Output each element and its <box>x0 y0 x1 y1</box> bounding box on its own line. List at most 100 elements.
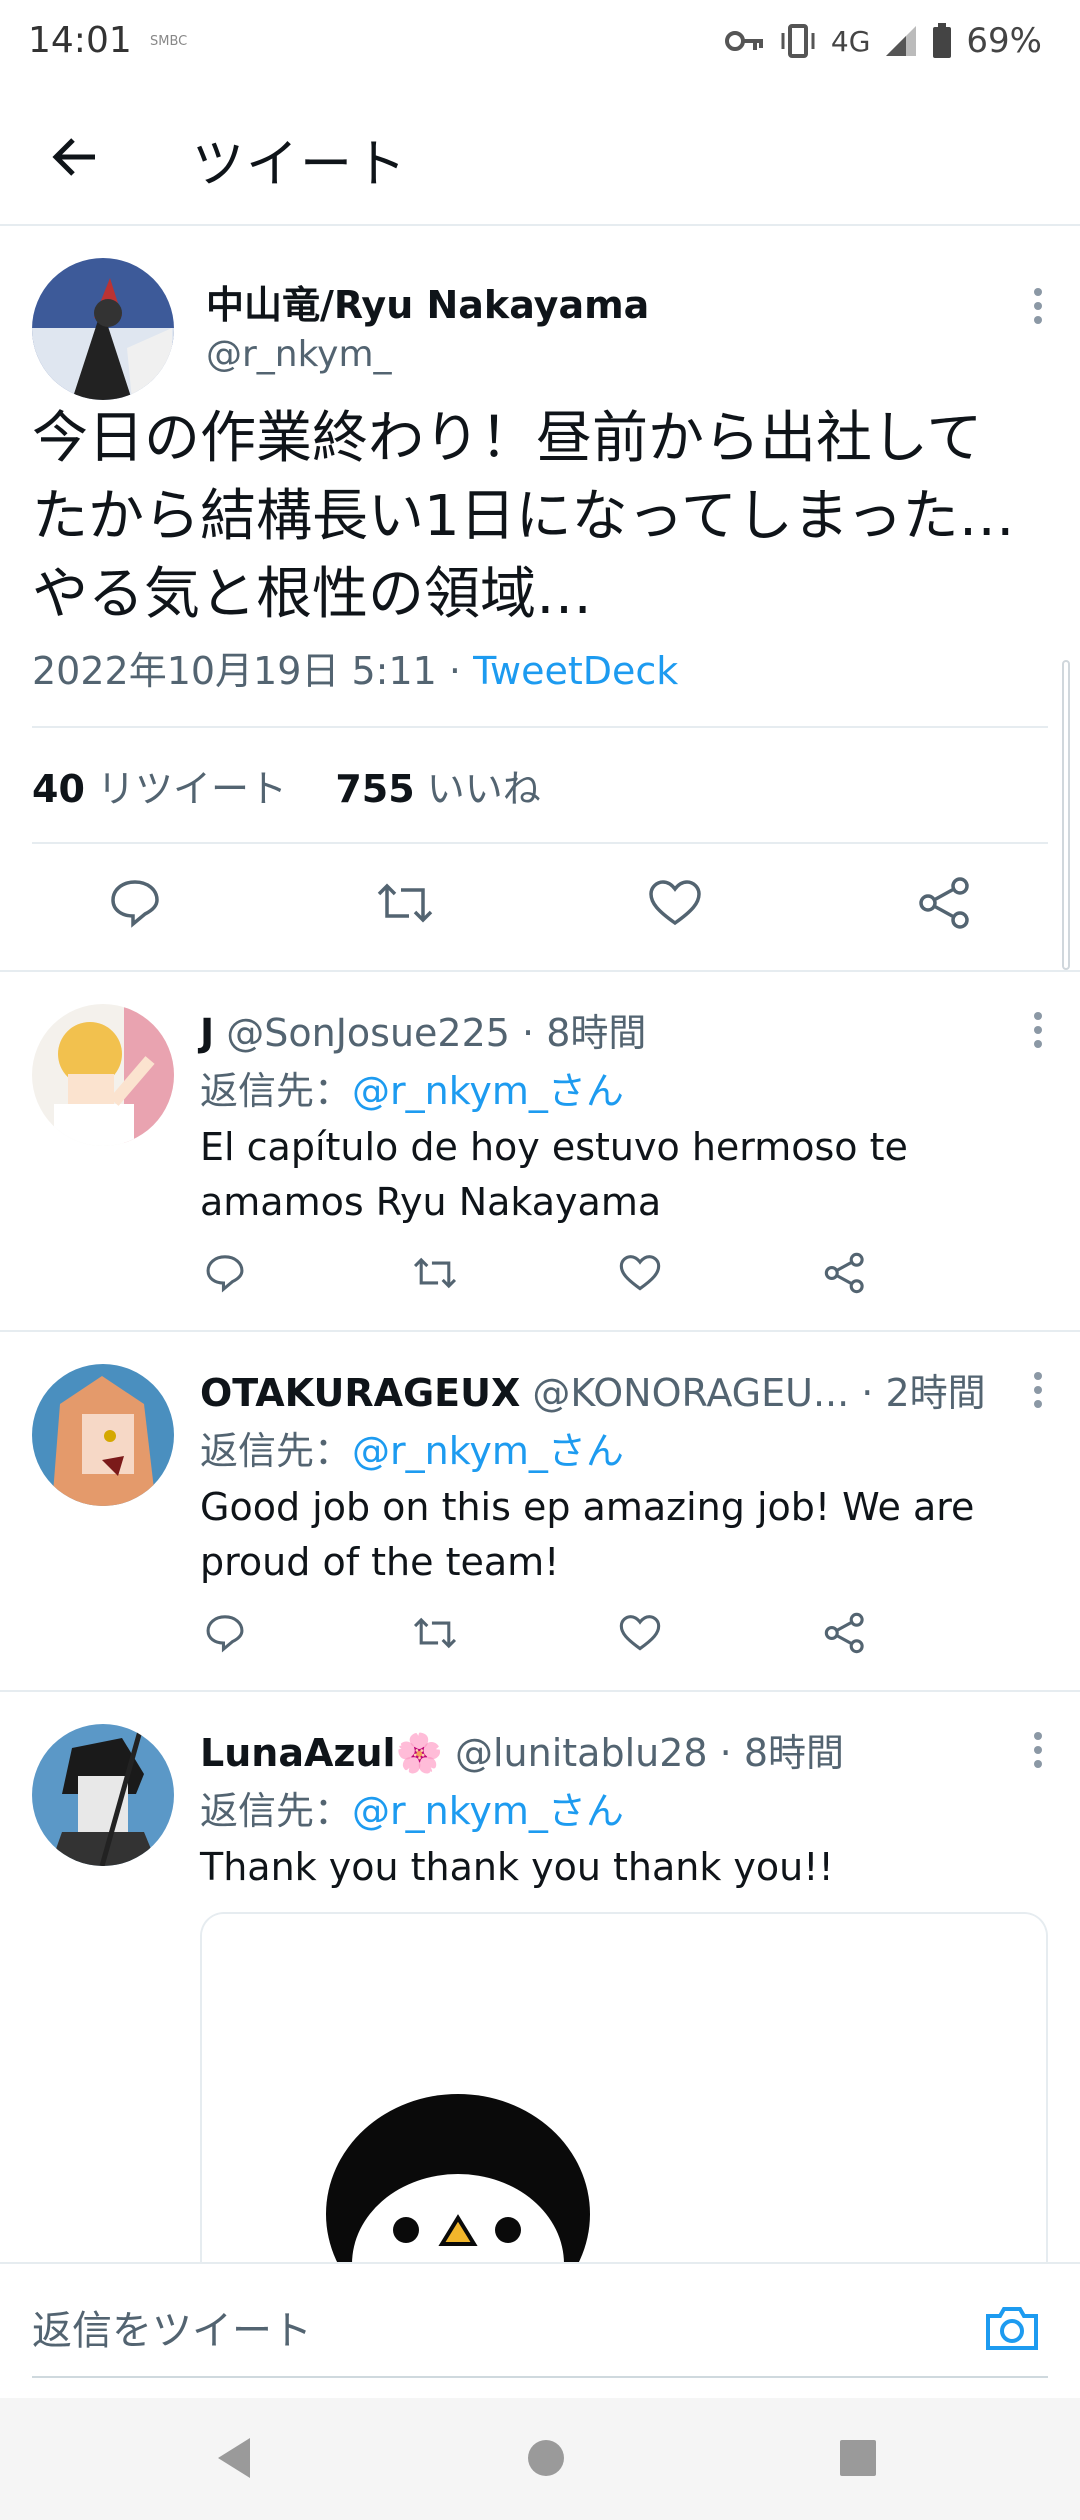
reply-media[interactable] <box>200 1912 1048 2272</box>
avatar-image <box>32 1724 174 1866</box>
share-button[interactable] <box>820 1608 870 1658</box>
more-options-button[interactable] <box>1018 276 1058 336</box>
avatar-image <box>32 1364 174 1506</box>
more-dot <box>1034 1026 1042 1034</box>
reply-actions <box>200 1608 960 1668</box>
more-options-button[interactable] <box>1018 1720 1058 1780</box>
nav-home-button[interactable] <box>516 2428 576 2488</box>
share-button[interactable] <box>820 1248 870 1298</box>
page-title: ツイート <box>192 135 409 195</box>
reply-avatar[interactable] <box>32 1004 174 1146</box>
reply-to-label: 返信先： <box>200 1789 353 1833</box>
reply-to-line: 返信先：@r_nkym_さん <box>200 1420 624 1475</box>
triangle-back-icon <box>218 2438 250 2478</box>
reply-to-link[interactable]: @r_nkym_さん <box>352 1789 624 1833</box>
scrollbar[interactable] <box>1062 660 1070 970</box>
status-bar: 14:01 SMBC 4G 69% <box>0 0 1080 84</box>
reply-author-name[interactable]: OTAKURAGEUX <box>200 1371 520 1415</box>
status-time: 14:01 <box>28 20 132 61</box>
retweet-button[interactable] <box>410 1608 460 1658</box>
more-dot <box>1034 1386 1042 1394</box>
reply-icon <box>206 1255 244 1293</box>
more-dot <box>1034 1040 1042 1048</box>
reply-author-name[interactable]: J <box>200 1011 214 1055</box>
tweet-source-link[interactable]: TweetDeck <box>473 649 678 693</box>
reply-author-handle[interactable]: @lunitablu28 <box>455 1731 708 1775</box>
retweet-icon <box>413 1617 457 1649</box>
retweet-button[interactable] <box>370 868 440 938</box>
more-dot <box>1034 1760 1042 1768</box>
reply-time: · 2時間 <box>861 1371 986 1415</box>
tweet-stats: 40 リツイート 755 いいね <box>32 758 541 813</box>
nav-back-button[interactable] <box>204 2428 264 2488</box>
reply-button[interactable] <box>100 868 170 938</box>
reply-to-link[interactable]: @r_nkym_さん <box>352 1069 624 1113</box>
reply-to-label: 返信先： <box>200 1429 353 1473</box>
heart-icon <box>619 1255 661 1291</box>
retweet-button[interactable] <box>410 1248 460 1298</box>
reply-author-handle[interactable]: @KONORAGEU... <box>532 1371 849 1415</box>
reply-tweet[interactable]: J @SonJosue225 · 8時間 返信先：@r_nkym_さん El c… <box>0 972 1080 1332</box>
nav-recents-button[interactable] <box>828 2428 888 2488</box>
reply-text: Thank you thank you thank you!! <box>200 1845 834 1889</box>
reply-avatar[interactable] <box>32 1364 174 1506</box>
author-avatar[interactable] <box>32 258 174 400</box>
share-button[interactable] <box>910 868 980 938</box>
more-dot <box>1034 1746 1042 1754</box>
reply-tweet[interactable]: OTAKURAGEUX @KONORAGEU... · 2時間 返信先：@r_n… <box>0 1332 1080 1692</box>
author-name[interactable]: 中山竜/Ryu Nakayama <box>206 274 649 329</box>
more-dots-icon <box>1034 1012 1042 1020</box>
main-tweet: 中山竜/Ryu Nakayama @r_nkym_ 今日の作業終わり！昼前から出… <box>0 228 1080 972</box>
reply-to-label: 返信先： <box>200 1069 353 1113</box>
reply-compose-bar: 返信をツイート <box>0 2262 1080 2396</box>
reply-author-handle[interactable]: @SonJosue225 <box>226 1011 510 1055</box>
reply-to-link[interactable]: @r_nkym_さん <box>352 1429 624 1473</box>
heart-icon <box>619 1615 661 1651</box>
like-button[interactable] <box>615 1248 665 1298</box>
reply-button[interactable] <box>200 1608 250 1658</box>
status-icons: 4G 69% <box>724 18 1042 64</box>
camera-button[interactable] <box>980 2296 1044 2360</box>
reply-icon <box>206 1615 244 1653</box>
reply-avatar[interactable] <box>32 1724 174 1866</box>
signal-icon <box>886 26 917 56</box>
more-options-button[interactable] <box>1018 1000 1058 1060</box>
share-icon <box>919 877 969 929</box>
reply-actions <box>200 1248 960 1308</box>
key-icon <box>724 31 763 51</box>
carrier-label: SMBC <box>150 34 188 49</box>
input-underline <box>32 2376 1048 2378</box>
reply-button[interactable] <box>200 1248 250 1298</box>
retweets-stat[interactable]: 40 リツイート <box>32 767 287 811</box>
more-dots-icon <box>1034 1372 1042 1380</box>
more-dot <box>1034 302 1042 310</box>
tweet-text: 今日の作業終わり！昼前から出社してたから結構長い1日になってしまった…やる気と根… <box>32 406 1015 627</box>
more-dot <box>1034 1400 1042 1408</box>
like-button[interactable] <box>615 1608 665 1658</box>
more-dots-icon <box>1034 288 1042 296</box>
square-recents-icon <box>840 2440 876 2476</box>
circle-home-icon <box>528 2440 564 2476</box>
author-handle[interactable]: @r_nkym_ <box>206 334 392 375</box>
reply-header: LunaAzul🌸 @lunitablu28 · 8時間 <box>200 1722 844 1777</box>
reply-icon <box>111 880 159 928</box>
likes-stat[interactable]: 755 いいね <box>335 767 540 811</box>
reply-input[interactable]: 返信をツイート <box>32 2298 312 2356</box>
more-options-button[interactable] <box>1018 1360 1058 1420</box>
reply-to-line: 返信先：@r_nkym_さん <box>200 1780 624 1835</box>
divider <box>32 842 1048 844</box>
system-nav-bar <box>0 2398 1080 2520</box>
like-button[interactable] <box>640 868 710 938</box>
tweet-meta: 2022年10月19日 5:11 · TweetDeck <box>32 640 678 695</box>
retweet-icon <box>413 1257 457 1289</box>
retweet-icon <box>377 883 433 923</box>
more-dots-icon <box>1034 1732 1042 1740</box>
network-type: 4G <box>830 24 871 58</box>
reply-header: OTAKURAGEUX @KONORAGEU... · 2時間 <box>200 1362 986 1417</box>
meta-separator: · <box>448 649 462 693</box>
more-dot <box>1034 316 1042 324</box>
heart-icon <box>649 880 701 926</box>
back-button[interactable] <box>40 122 110 192</box>
reply-author-name[interactable]: LunaAzul🌸 <box>200 1731 443 1775</box>
battery-level: 69% <box>966 21 1042 61</box>
